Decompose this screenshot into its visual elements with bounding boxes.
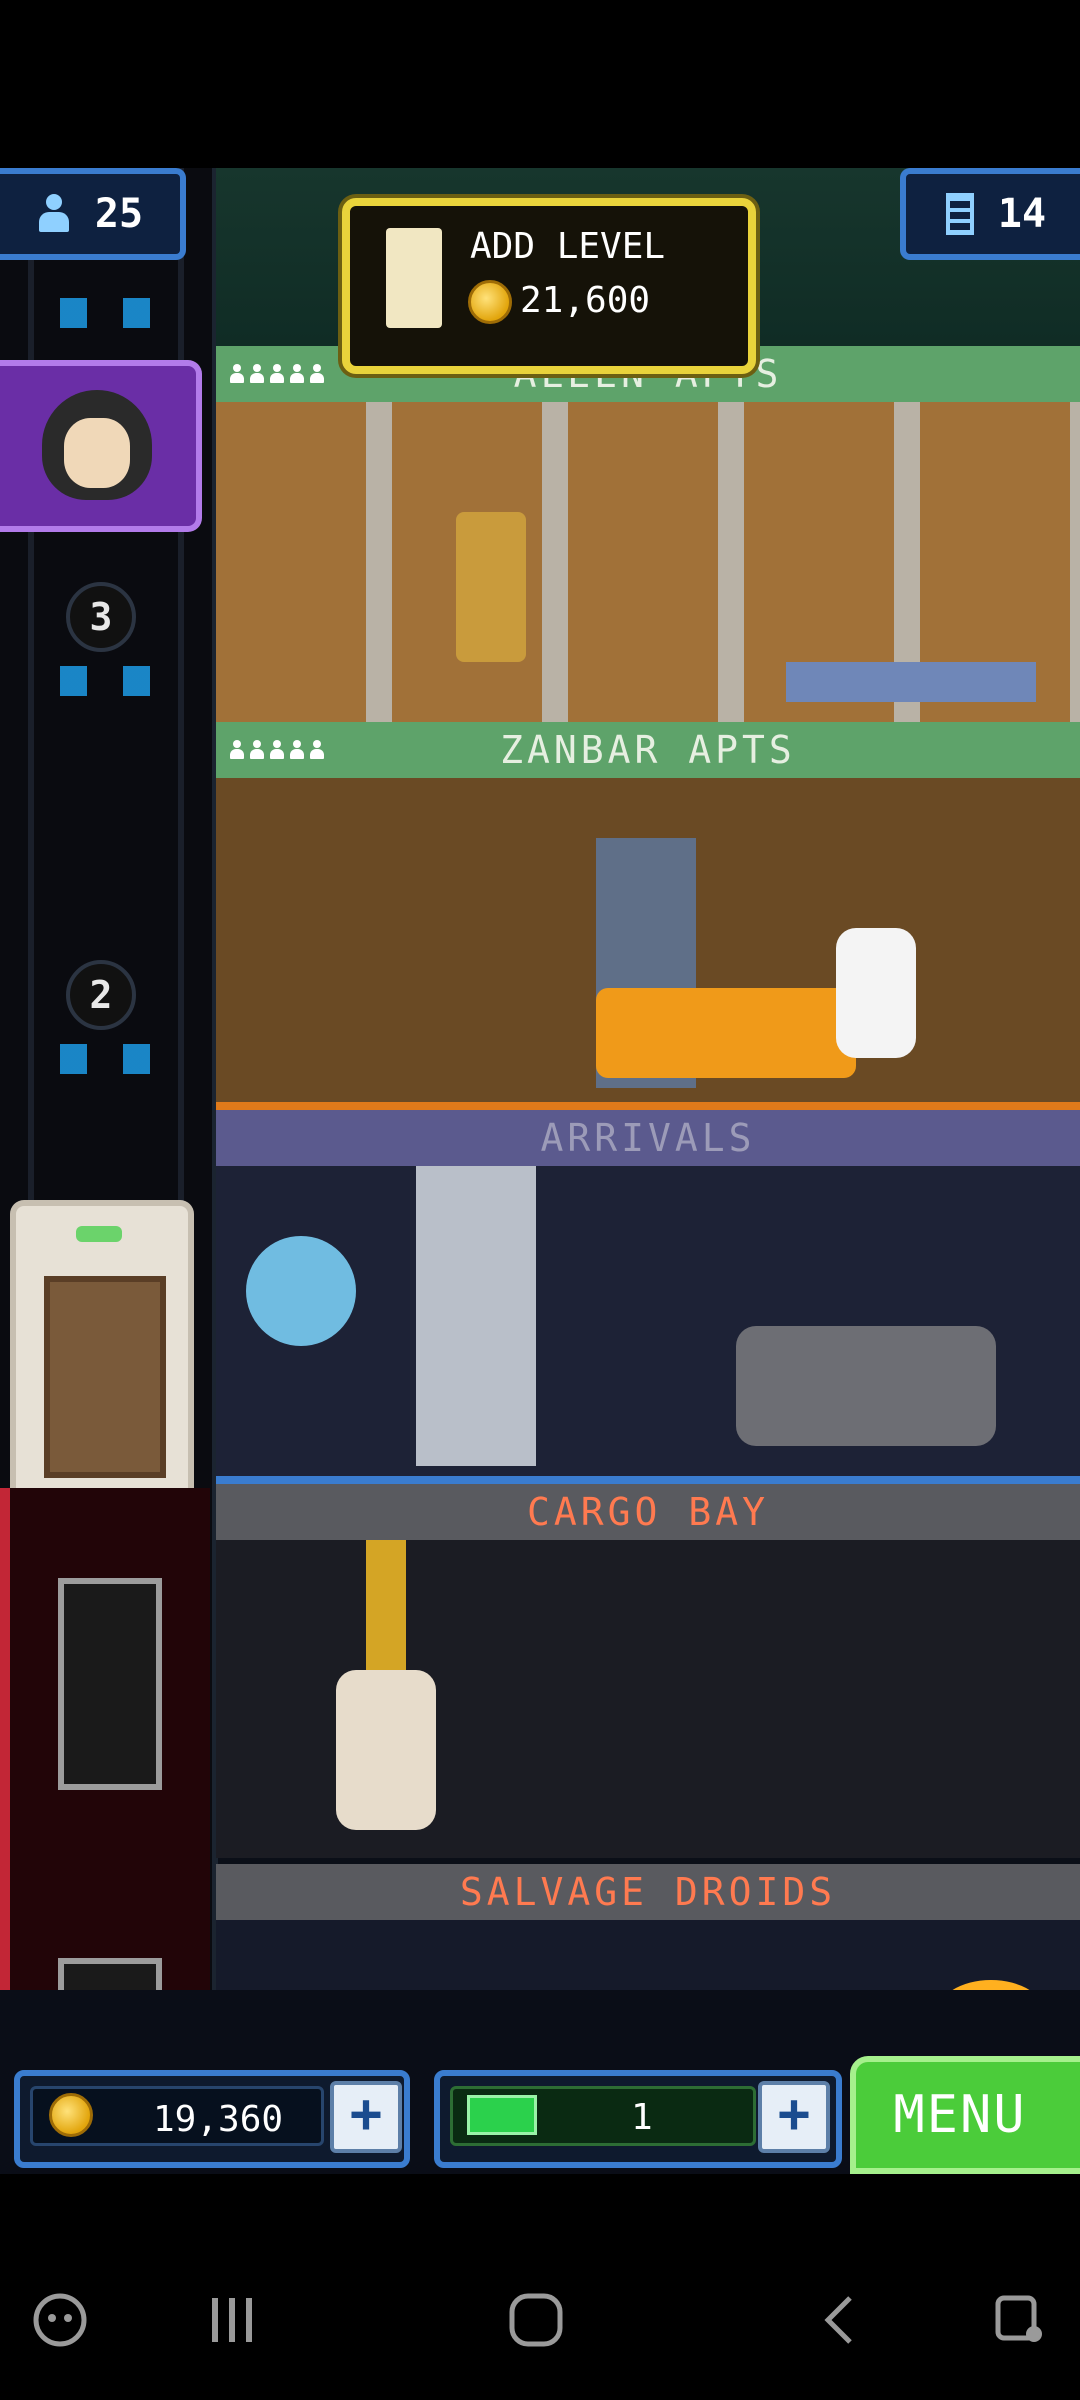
floor-room[interactable] xyxy=(216,1540,1080,1858)
back-icon[interactable] xyxy=(812,2292,868,2348)
floor-marker[interactable]: 2 xyxy=(66,960,136,1030)
floors-badge[interactable]: 14 xyxy=(900,168,1080,260)
coins-panel[interactable]: 19,360 + xyxy=(14,2070,410,2168)
menu-button[interactable]: MENU xyxy=(850,2056,1080,2174)
bar-counter xyxy=(786,662,1036,702)
floor-label[interactable]: ZANBAR APTS xyxy=(216,722,1080,778)
floor-arrow-icon xyxy=(60,298,150,328)
game-viewport[interactable]: 3 2 ALEEN APTS ZANBAR APTS ARRIVALS CARG… xyxy=(0,168,1080,2164)
character-sprite[interactable] xyxy=(836,928,916,1058)
sofa xyxy=(596,988,856,1078)
resident-icon xyxy=(290,740,304,760)
floor-label[interactable]: SALVAGE DROIDS xyxy=(216,1864,1080,1920)
elevator-car[interactable] xyxy=(10,1200,194,1502)
bux-value: 1 xyxy=(631,2097,653,2138)
elevator-door xyxy=(44,1276,166,1478)
coin-icon xyxy=(468,280,512,324)
crane-claw xyxy=(366,1540,406,1670)
add-bux-button[interactable]: + xyxy=(758,2081,830,2153)
coins-display: 19,360 xyxy=(30,2086,324,2146)
floor-room[interactable] xyxy=(216,778,1080,1112)
floor-label[interactable]: CARGO BAY xyxy=(216,1484,1080,1540)
resident-icon xyxy=(290,364,304,384)
resident-icon xyxy=(270,740,284,760)
resident-icon xyxy=(310,364,324,384)
resident-icon xyxy=(310,740,324,760)
resident-icon xyxy=(250,364,264,384)
resident-icon xyxy=(230,740,244,760)
residents-indicator xyxy=(230,346,324,402)
floors-count: 14 xyxy=(997,191,1047,237)
elevator-light-icon xyxy=(76,1226,122,1242)
floor-label[interactable]: ARRIVALS xyxy=(216,1110,1080,1166)
person-icon xyxy=(37,194,71,234)
resident-icon xyxy=(270,364,284,384)
add-level-button[interactable]: ADD LEVEL 21,600 xyxy=(342,198,756,374)
resident-icon xyxy=(230,364,244,384)
floor-arrow-icon xyxy=(60,666,150,696)
resident-icon xyxy=(250,740,264,760)
character-sprite[interactable] xyxy=(456,512,526,662)
residents-indicator xyxy=(230,722,324,778)
floor-room[interactable] xyxy=(216,1166,1080,1484)
coins-value: 19,360 xyxy=(153,2099,284,2140)
bux-panel[interactable]: 1 + xyxy=(434,2070,842,2168)
face-icon xyxy=(64,418,130,488)
add-coins-button[interactable]: + xyxy=(330,2081,402,2153)
home-icon[interactable] xyxy=(508,2292,564,2348)
population-badge[interactable]: 25 xyxy=(0,168,186,260)
add-level-cost: 21,600 xyxy=(520,280,651,321)
starship xyxy=(736,1326,996,1446)
floor-marker[interactable]: 3 xyxy=(66,582,136,652)
hologram xyxy=(246,1236,356,1346)
bux-display: 1 xyxy=(450,2086,756,2146)
door-frame xyxy=(416,1166,536,1466)
floors-icon xyxy=(945,193,974,235)
add-level-title: ADD LEVEL xyxy=(470,226,666,267)
recent-apps-icon[interactable] xyxy=(204,2292,260,2348)
hood-icon xyxy=(42,390,152,500)
system-nav-bar xyxy=(0,2240,1080,2400)
floor-room[interactable] xyxy=(216,402,1080,722)
floor-arrow-icon xyxy=(60,1044,150,1074)
bottom-hud: 19,360 + 1 + MENU xyxy=(0,1990,1080,2174)
character-sprite[interactable] xyxy=(336,1670,436,1830)
bux-icon xyxy=(467,2095,537,2135)
screen-tool-icon[interactable] xyxy=(992,2292,1048,2348)
game-tools-icon[interactable] xyxy=(32,2292,88,2348)
shaft-door xyxy=(58,1578,162,1790)
add-level-icon xyxy=(386,228,442,328)
population-count: 25 xyxy=(94,191,144,237)
vip-avatar[interactable] xyxy=(0,360,202,532)
coin-icon xyxy=(49,2093,93,2137)
